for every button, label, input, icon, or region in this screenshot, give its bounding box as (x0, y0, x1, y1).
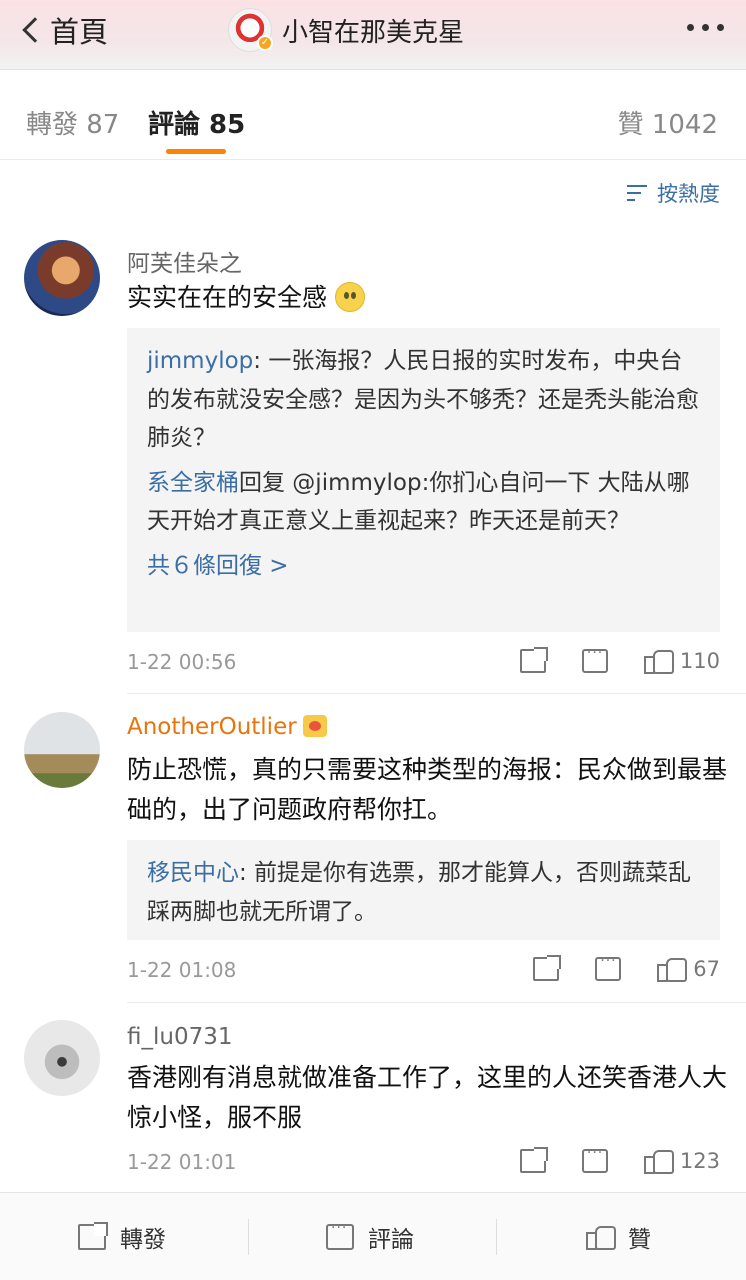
like-icon (586, 1224, 616, 1250)
comment-meta: 1-22 01:01 123 (127, 1145, 720, 1178)
reply-username[interactable]: jimmylop (147, 348, 253, 374)
comment-icon[interactable] (595, 953, 622, 981)
comment-meta: 1-22 00:56 110 (127, 645, 720, 678)
view-all-replies-link[interactable]: 共６條回復 > (147, 547, 700, 585)
comment-time: 1-22 01:01 (127, 1150, 237, 1174)
reply-box[interactable]: 移民中心: 前提是你有选票，那才能算人，否则蔬菜乱踩两脚也就无所谓了。 (127, 840, 720, 940)
reply-username[interactable]: 系全家桶 (147, 470, 239, 496)
like-count: 110 (679, 649, 720, 673)
like-count: 123 (679, 1149, 720, 1173)
comment-username[interactable]: fi_lu0731 (127, 1024, 233, 1050)
reply-username[interactable]: 移民中心 (147, 860, 239, 886)
tab-comments[interactable]: 評論 85 (148, 104, 245, 141)
comment-icon[interactable] (581, 1145, 608, 1173)
account-title[interactable]: ✓ 小智在那美克星 (228, 8, 464, 52)
comment-time: 1-22 00:56 (127, 650, 237, 674)
more-dots-icon[interactable] (687, 24, 724, 31)
comment-text: 防止恐慌，真的只需要这种类型的海报：民众做到最基础的，出了问题政府帮你扛。 (127, 755, 728, 824)
chevron-left-icon (22, 17, 48, 43)
tab-likes[interactable]: 贊 1042 (618, 104, 718, 141)
reply-item: 系全家桶回复 @jimmylop:你扪心自问一下 大陆从哪天开始才真正意义上重视… (147, 469, 690, 535)
like-icon[interactable] (657, 956, 688, 982)
back-button[interactable]: 首頁 (18, 10, 108, 50)
repost-button[interactable]: 轉發 (78, 1193, 166, 1280)
avatar[interactable] (24, 240, 100, 316)
share-icon[interactable] (519, 1147, 548, 1173)
comment-time: 1-22 01:08 (127, 958, 237, 982)
tab-bar: 轉發 87 評論 85 贊 1042 (0, 80, 746, 160)
divider (496, 1219, 497, 1255)
repost-label: 轉發 (120, 1227, 166, 1253)
comment-username[interactable]: AnotherOutlier (127, 714, 327, 740)
avatar[interactable] (24, 712, 100, 788)
divider (127, 693, 746, 694)
reply-item: jimmylop: 一张海报？人民日报的实时发布，中央台的发布就没安全感？是因为… (147, 348, 699, 451)
like-label: 贊 (628, 1227, 651, 1253)
sort-by-heat-button[interactable]: 按熱度 (627, 178, 720, 208)
lion-dance-avatar-icon: ✓ (228, 8, 273, 52)
like-icon[interactable] (643, 648, 674, 674)
tab-repost[interactable]: 轉發 87 (26, 104, 119, 141)
share-icon[interactable] (519, 647, 548, 673)
comment-text: 实实在在的安全感 (127, 278, 727, 318)
reply-item: 移民中心: 前提是你有选票，那才能算人，否则蔬菜乱踩两脚也就无所谓了。 (147, 860, 692, 925)
share-icon[interactable] (533, 955, 562, 981)
comment-username[interactable]: 阿芙佳朵之 (127, 244, 242, 278)
crown-badge-icon (302, 715, 327, 737)
avatar[interactable] (24, 1020, 100, 1096)
verified-badge-icon: ✓ (257, 35, 273, 51)
bottom-action-bar: 轉發 評論 贊 (0, 1192, 746, 1280)
back-label: 首頁 (50, 15, 109, 49)
comment-label: 評論 (368, 1227, 414, 1253)
like-icon[interactable] (643, 1148, 674, 1174)
comment-text: 香港刚有消息就做准备工作了，这里的人还笑香港人大惊小怪，服不服 (127, 1063, 728, 1132)
comment-icon (326, 1220, 354, 1250)
divider (127, 1002, 746, 1003)
reply-box[interactable]: jimmylop: 一张海报？人民日报的实时发布，中央台的发布就没安全感？是因为… (127, 328, 720, 632)
active-tab-indicator (166, 149, 226, 154)
rolling-eyes-emoji-icon (335, 282, 366, 312)
sort-label: 按熱度 (657, 182, 720, 206)
comment-icon[interactable] (581, 645, 608, 673)
comment-button[interactable]: 評論 (326, 1193, 414, 1280)
comment-meta: 1-22 01:08 67 (127, 953, 720, 986)
page-title: 小智在那美克星 (282, 17, 465, 48)
sort-icon (627, 183, 649, 203)
divider (248, 1219, 249, 1255)
like-button[interactable]: 贊 (586, 1193, 651, 1280)
like-count: 67 (693, 957, 720, 981)
nav-header: 首頁 ✓ 小智在那美克星 (0, 0, 746, 70)
share-icon (78, 1222, 108, 1250)
